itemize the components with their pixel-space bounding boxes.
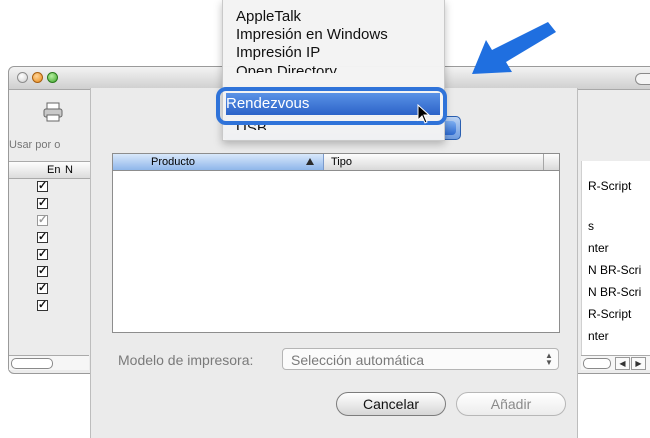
checkbox[interactable]: ✓ — [37, 198, 48, 209]
printer-kind-cell: nter — [588, 329, 609, 343]
right-scrollbar[interactable]: ◀ ▶ — [581, 355, 650, 370]
printer-browser-table[interactable]: Producto Tipo — [112, 153, 560, 333]
scroll-thumb[interactable] — [11, 358, 53, 369]
checkbox[interactable]: ✓ — [37, 266, 48, 277]
zoom-button[interactable] — [47, 72, 58, 83]
scroll-right-arrow-icon[interactable]: ▶ — [631, 357, 646, 370]
column-name[interactable]: N — [65, 164, 73, 176]
highlight-ring — [216, 87, 447, 125]
horizontal-scrollbar[interactable] — [9, 355, 89, 370]
column-producto[interactable]: Producto — [113, 154, 324, 170]
up-down-arrows-icon: ▲ ▼ — [545, 351, 553, 367]
minimize-button[interactable] — [32, 72, 43, 83]
scroll-left-arrow-icon[interactable]: ◀ — [615, 357, 630, 370]
printer-kind-column: R-Script s nter N BR-Scri N BR-Scri R-Sc… — [581, 161, 650, 355]
table-header: Producto Tipo — [113, 154, 559, 171]
printer-model-value: Selección automática — [291, 352, 425, 368]
printer-model-select[interactable]: Selección automática ▲ ▼ — [282, 348, 559, 370]
checkbox[interactable]: ✓ — [37, 249, 48, 260]
checkbox[interactable]: ✓ — [37, 215, 48, 226]
column-en[interactable]: En — [47, 164, 60, 176]
printer-kind-cell: R-Script — [588, 307, 632, 321]
default-printer-label: Usar por o — [9, 139, 61, 151]
printer-kind-cell: R-Script — [588, 179, 632, 193]
checkbox[interactable]: ✓ — [37, 300, 48, 311]
sort-ascending-icon — [306, 158, 314, 165]
column-divider — [543, 154, 544, 170]
enabled-checkboxes: ✓ ✓ ✓ ✓ ✓ ✓ ✓ ✓ — [37, 181, 49, 317]
printer-list-header: En N — [9, 161, 91, 179]
close-button[interactable] — [17, 72, 28, 83]
menu-item-appletalk[interactable]: AppleTalk — [236, 8, 301, 25]
checkbox[interactable]: ✓ — [37, 232, 48, 243]
cancel-button[interactable]: Cancelar — [336, 392, 446, 416]
checkbox[interactable]: ✓ — [37, 181, 48, 192]
printer-kind-cell: N BR-Scri — [588, 263, 642, 277]
toolbar-toggle-button[interactable] — [635, 73, 650, 85]
menu-item-open-directory[interactable]: Open Directory — [236, 63, 337, 73]
scroll-thumb[interactable] — [583, 358, 611, 369]
mouse-pointer-icon — [417, 104, 431, 124]
menu-item-windows-printing[interactable]: Impresión en Windows — [236, 26, 388, 43]
printer-icon[interactable] — [43, 101, 63, 123]
pointer-arrow-icon — [472, 22, 556, 74]
checkbox[interactable]: ✓ — [37, 283, 48, 294]
menu-item-ip-printing[interactable]: Impresión IP — [236, 44, 320, 61]
printer-model-label: Modelo de impresora: — [118, 352, 254, 368]
column-producto-label: Producto — [151, 156, 196, 168]
column-tipo[interactable]: Tipo — [331, 156, 352, 168]
printer-kind-cell: nter — [588, 241, 609, 255]
printer-kind-cell: N BR-Scri — [588, 285, 642, 299]
add-button[interactable]: Añadir — [456, 392, 566, 416]
printer-kind-cell: s — [588, 219, 594, 233]
